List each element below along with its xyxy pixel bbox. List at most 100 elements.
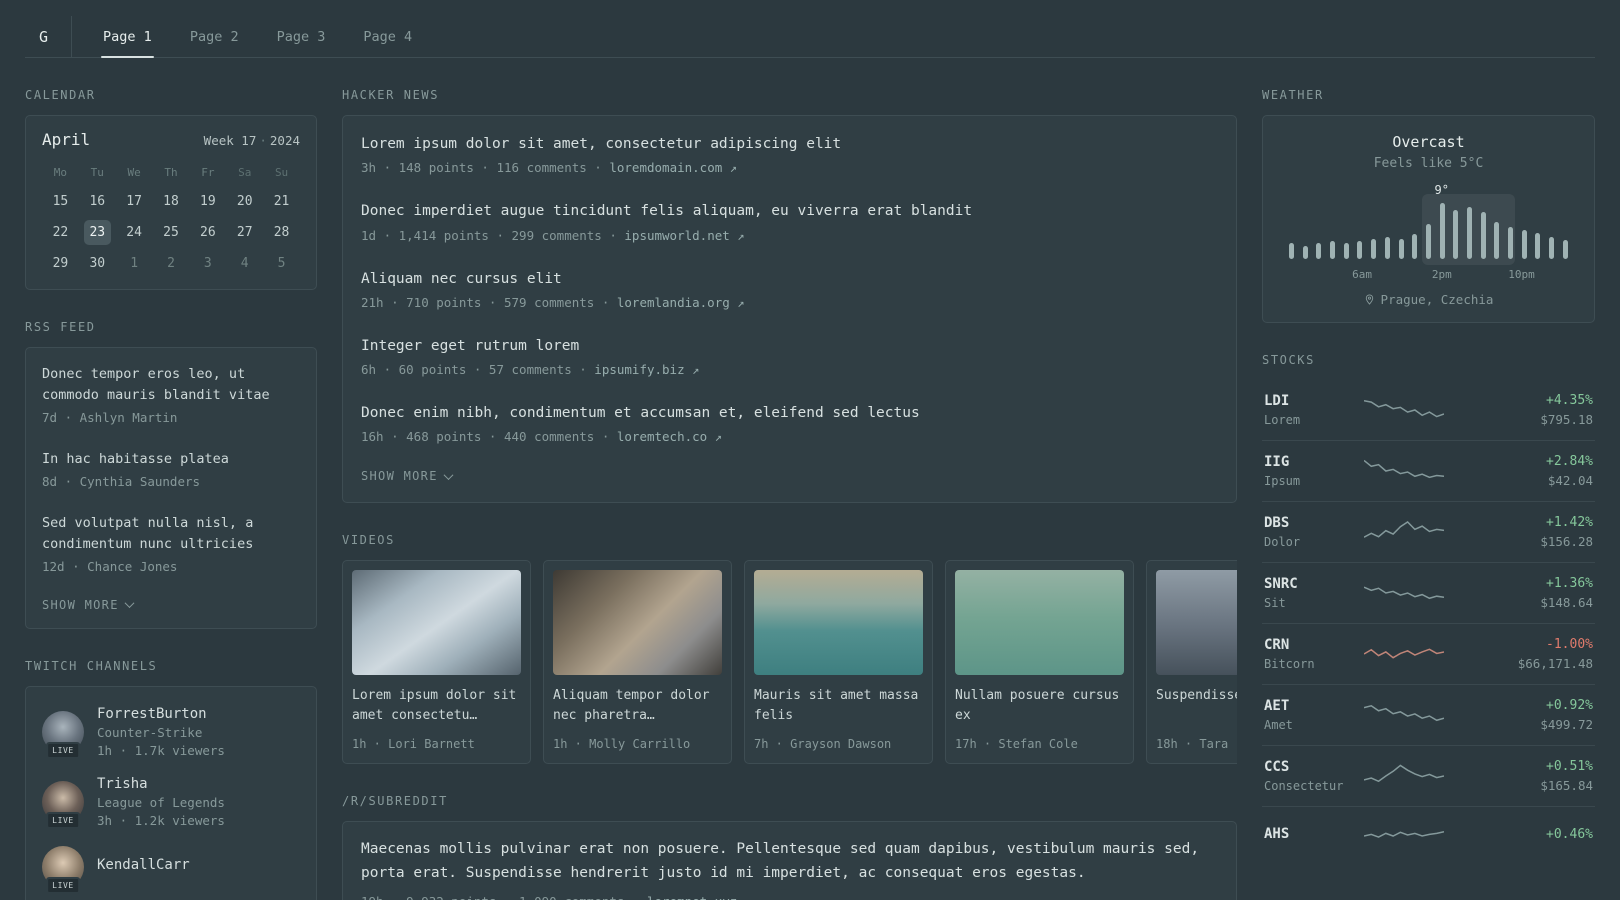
video-card[interactable]: Lorem ipsum dolor sit amet consectetu… 1… [342,560,531,765]
video-card[interactable]: Nullam posuere cursus ex 17h · Stefan Co… [945,560,1134,765]
twitch-channel-row[interactable]: LIVE Trisha League of Legends 3h · 1.2k … [42,767,300,837]
stock-change: +1.36% [1546,576,1593,591]
stock-row[interactable]: LDI Lorem +4.35% $795.18 [1262,380,1595,440]
stock-row[interactable]: CRN Bitcorn -1.00% $66,171.48 [1262,623,1595,684]
stock-price: $156.28 [1540,534,1593,549]
stock-sparkline [1364,638,1444,670]
stock-change: +0.92% [1546,698,1593,713]
news-domain-link[interactable]: ipsumworld.net ↗ [624,228,744,243]
stock-change: +4.35% [1546,393,1593,408]
twitch-channel-row[interactable]: LIVE KendallCarr [42,837,300,897]
weather-bar [1412,234,1418,259]
stock-id: AET Amet [1264,698,1364,732]
rss-item-title-link[interactable]: In hac habitasse platea [42,449,300,470]
twitch-section-title: TWITCH CHANNELS [25,658,158,673]
stock-values: -1.00% $66,171.48 [1444,637,1593,671]
weather-location: Prague, Czechia [1279,292,1578,307]
stock-row[interactable]: AET Amet +0.92% $499.72 [1262,684,1595,745]
stock-sparkline [1364,394,1444,426]
subreddit-domain-link[interactable]: loremnet.xyz ↗ [647,894,752,900]
news-title-link[interactable]: Donec enim nibh, condimentum et accumsan… [361,403,1218,423]
stock-price: $499.72 [1540,717,1593,732]
weather-bar [1466,207,1472,259]
video-card[interactable]: Aliquam tempor dolor nec pharetra… 1h · … [543,560,732,765]
video-card[interactable]: Suspendisse diam 18h · Tara [1146,560,1237,765]
stocks-widget: STOCKS LDI Lorem +4.35% $795.18 IIG Ipsu… [1262,353,1595,865]
news-title-link[interactable]: Donec imperdiet augue tincidunt felis al… [361,201,1218,221]
stock-ticker: IIG [1264,454,1290,470]
sparkline-svg [1364,455,1444,487]
calendar-day: 2 [153,248,190,279]
stock-sparkline [1364,760,1444,792]
calendar-day-number: 21 [273,194,290,209]
news-item: Lorem ipsum dolor sit amet, consectetur … [361,121,1218,188]
news-domain-link[interactable]: loremlandia.org ↗ [617,295,745,310]
twitch-channel-row[interactable]: LIVE ForrestBurton Counter-Strike 1h · 1… [42,697,300,767]
news-domain: loremtech.co [616,429,708,445]
stock-change: +0.51% [1546,759,1593,774]
hacker-news-show-more[interactable]: SHOW MORE [361,457,1218,497]
stock-id: CCS Consectetur [1264,759,1364,793]
video-meta: 18h · Tara [1156,737,1229,752]
location-pin-icon [1365,294,1373,305]
stock-sparkline [1364,577,1444,609]
weather-bar [1398,238,1404,259]
rss-item-meta: 8d · Cynthia Saunders [42,473,201,489]
weather-bar [1384,236,1390,259]
stock-values: +1.42% $156.28 [1444,515,1593,549]
rss-show-more[interactable]: SHOW MORE [42,586,300,626]
stocks-section-title: STOCKS [1262,353,1315,367]
page-tab[interactable]: Page 1 [91,16,164,58]
video-card[interactable]: Mauris sit amet massa felis 7h · Grayson… [744,560,933,765]
video-thumbnail [553,570,722,676]
calendar-day-number: 20 [236,194,253,209]
news-meta: 6h · 60 points · 57 comments · ipsumify.… [361,362,1218,377]
twitch-avatar: LIVE [42,845,84,894]
app-logo[interactable]: G [25,16,73,57]
news-domain-link[interactable]: loremdomain.com ↗ [609,160,737,175]
news-title-link[interactable]: Aliquam nec cursus elit [361,269,1218,289]
page-tab[interactable]: Page 3 [265,16,338,57]
live-badge: LIVE [46,876,80,894]
stock-values: +2.84% $42.04 [1444,454,1593,488]
page-tabs: Page 1 Page 2 Page 3 Page 4 [84,16,431,58]
weather-bar [1508,226,1513,259]
weather-section-title: WEATHER [1262,88,1324,102]
news-domain-link[interactable]: ipsumify.biz ↗ [594,362,699,377]
video-meta: 7h · Grayson Dawson [754,737,892,752]
stock-row[interactable]: SNRC Sit +1.36% $148.64 [1262,562,1595,623]
news-meta-text: 21h · 710 points · 579 comments · [361,294,617,310]
stock-name: Consectetur [1264,779,1344,793]
stock-price: $66,171.48 [1517,656,1593,671]
rss-item-title-link[interactable]: Sed volutpat nulla nisl, a condimentum n… [42,513,300,555]
stock-row[interactable]: IIG Ipsum +2.84% $42.04 [1262,440,1595,501]
stock-sparkline [1364,699,1444,731]
calendar-day-number: 15 [52,194,69,209]
live-badge: LIVE [46,741,80,759]
news-title-link[interactable]: Lorem ipsum dolor sit amet, consectetur … [361,134,1218,154]
news-domain-link[interactable]: loremtech.co ↗ [617,429,722,444]
calendar-day-number: 4 [240,256,249,271]
page-tab[interactable]: Page 4 [351,16,424,57]
rss-item-title-link[interactable]: Donec tempor eros leo, ut commodo mauris… [42,364,300,406]
stock-row[interactable]: CCS Consectetur +0.51% $165.84 [1262,745,1595,806]
weather-bars [1289,194,1568,265]
news-domain: loremlandia.org [616,294,730,310]
videos-widget: VIDEOS Lorem ipsum dolor sit amet consec… [342,533,1237,765]
calendar-day: 20 [226,186,263,217]
page-tab[interactable]: Page 2 [178,16,251,57]
stock-row[interactable]: DBS Dolor +1.42% $156.28 [1262,501,1595,562]
stock-name: Dolor [1264,535,1301,549]
hacker-news-card: Lorem ipsum dolor sit amet, consectetur … [342,115,1237,504]
video-meta: 1h · Molly Carrillo [553,737,691,752]
chevron-down-icon [124,598,135,609]
weather-bar [1521,229,1527,259]
hacker-news-section-title: HACKER NEWS [342,88,440,102]
subreddit-post-title-link[interactable]: Maecenas mollis pulvinar erat non posuer… [361,838,1218,884]
left-column: CALENDAR April Week 17 · 2024 Mo Tu We T… [25,58,317,900]
weather-bar [1453,209,1459,259]
stock-row[interactable]: AHS +0.46% [1262,806,1595,865]
calendar-day: 23 [79,217,116,248]
news-title-link[interactable]: Integer eget rutrum lorem [361,336,1218,356]
weather-feels-like: Feels like 5°C [1373,156,1484,171]
